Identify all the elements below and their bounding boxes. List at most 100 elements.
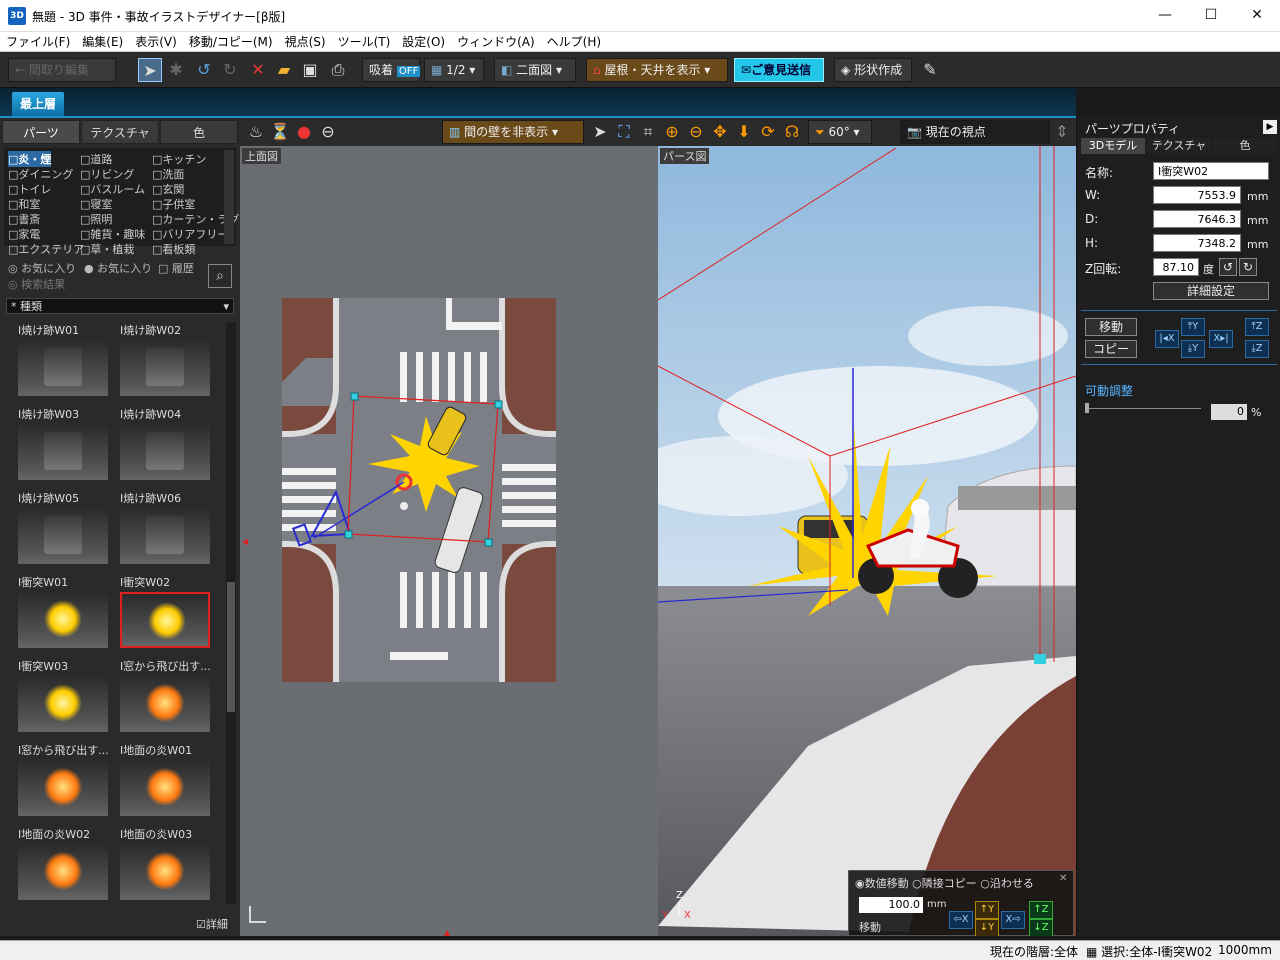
part-item-thumbnail[interactable]	[18, 508, 108, 564]
z-rotation-field[interactable]: 87.10	[1153, 258, 1199, 276]
close-button[interactable]: ✕	[1234, 0, 1280, 32]
orbit-icon[interactable]: ☊	[780, 120, 804, 144]
prop-plus-y-button[interactable]: ⤒Y	[1181, 318, 1205, 336]
roof-toggle[interactable]: ⌂ 屋根・天井を表示 ▾	[586, 58, 728, 82]
category-item[interactable]: □和室	[8, 196, 40, 212]
kind-select[interactable]: * 種類 ▾	[6, 298, 234, 314]
viewpoint-select[interactable]: 📷 現在の視点	[900, 120, 1050, 144]
category-item[interactable]: □玄関	[152, 181, 184, 197]
tab-texture[interactable]: テクスチャ	[81, 120, 159, 144]
width-field[interactable]: 7553.9	[1153, 186, 1241, 204]
light-icon[interactable]: ♨	[244, 120, 268, 144]
snap-toggle[interactable]: 吸着 OFF	[362, 58, 421, 82]
part-item-thumbnail[interactable]	[120, 676, 210, 732]
tab-color[interactable]: 色	[160, 120, 238, 144]
menu-view[interactable]: 表示(V)	[129, 32, 183, 52]
perspective-view[interactable]: Y XZ パース図 ◉数値移動 ○隣接コピー ○沿わせる ✕ 100.0 mm 移…	[658, 146, 1076, 936]
prop-minus-z-button[interactable]: ⤓Z	[1245, 340, 1269, 358]
print-icon[interactable]: ⎙	[326, 58, 350, 82]
menu-viewpoint[interactable]: 視点(S)	[279, 32, 332, 52]
topview-canvas[interactable]	[240, 146, 658, 936]
category-item[interactable]: □家電	[8, 226, 40, 242]
move-plus-x-button[interactable]: X⇨	[1001, 911, 1025, 929]
lock-icon[interactable]: ⊖	[316, 120, 340, 144]
fit-icon[interactable]: ⛶	[612, 120, 636, 144]
category-item[interactable]: □書斎	[8, 211, 40, 227]
part-item-thumbnail[interactable]	[18, 676, 108, 732]
move-down-icon[interactable]: ⬇	[732, 120, 756, 144]
radio-align[interactable]: ○沿わせる	[980, 877, 1034, 890]
category-item[interactable]: □リビング	[80, 166, 134, 182]
part-item-thumbnail[interactable]	[120, 340, 210, 396]
move-plus-y-button[interactable]: ↑Y	[975, 901, 999, 919]
move-minus-y-button[interactable]: ↓Y	[975, 919, 999, 936]
tab-3dmodel[interactable]: 3Dモデル	[1081, 138, 1145, 154]
prop-minus-x-button[interactable]: |◂X	[1155, 330, 1179, 348]
history[interactable]: □ 履歴	[158, 260, 194, 276]
grid-select[interactable]: ▦ 1/2 ▾	[424, 58, 484, 82]
category-item[interactable]: □洗面	[152, 166, 184, 182]
detail-settings-button[interactable]: 詳細設定	[1153, 282, 1269, 300]
category-item[interactable]: □草・植栽	[80, 241, 134, 257]
category-item[interactable]: □道路	[80, 151, 112, 167]
radio-adjacent-copy[interactable]: ○隣接コピー	[912, 877, 977, 890]
category-item[interactable]: □雑貨・趣味	[80, 226, 145, 242]
tab-color-prop[interactable]: 色	[1213, 138, 1277, 154]
prop-plus-x-button[interactable]: X▸|	[1209, 330, 1233, 348]
floor-tab[interactable]: 最上層	[12, 92, 64, 116]
zoom-in-icon[interactable]: ⊕	[660, 120, 684, 144]
category-item[interactable]: □看板類	[152, 241, 195, 257]
tab-parts[interactable]: パーツ	[2, 120, 80, 144]
category-item[interactable]: □エクステリア	[8, 241, 84, 257]
save-icon[interactable]: ▣	[298, 58, 322, 82]
select-arrow-icon[interactable]: ➤	[138, 58, 162, 82]
zoom-out-icon[interactable]: ⊖	[684, 120, 708, 144]
feedback-button[interactable]: ✉ご意見送信	[734, 58, 824, 82]
name-field[interactable]: I衝突W02	[1153, 162, 1269, 180]
rotate-left-icon[interactable]: ↺	[1219, 258, 1237, 276]
copy-button[interactable]: コピー	[1085, 340, 1137, 358]
height-field[interactable]: 7348.2	[1153, 234, 1241, 252]
part-item-thumbnail[interactable]	[18, 340, 108, 396]
pointer-icon[interactable]: ➤	[588, 120, 612, 144]
undo-icon[interactable]: ↺	[192, 58, 216, 82]
layout-select[interactable]: ◧ 二面図 ▾	[494, 58, 576, 82]
measure-icon[interactable]: ✎	[918, 58, 942, 82]
perspective-canvas[interactable]: Y XZ	[658, 146, 1076, 936]
menu-window[interactable]: ウィンドウ(A)	[451, 32, 541, 52]
detail-checkbox[interactable]: ☑詳細	[196, 916, 228, 932]
maximize-button[interactable]: ☐	[1188, 0, 1234, 32]
panel-close-icon[interactable]: ✕	[1059, 873, 1067, 884]
collapse-icon[interactable]: ▶	[1263, 120, 1277, 134]
category-item[interactable]: □寝室	[80, 196, 112, 212]
part-item-thumbnail[interactable]	[18, 424, 108, 480]
pan-icon[interactable]: ✥	[708, 120, 732, 144]
movable-value[interactable]: 0	[1211, 404, 1247, 420]
menu-edit[interactable]: 編集(E)	[76, 32, 129, 52]
wall-toggle[interactable]: ▥ 間の壁を非表示 ▾	[442, 120, 584, 144]
menu-file[interactable]: ファイル(F)	[0, 32, 76, 52]
interval-edit-button[interactable]: ← 間取り編集	[8, 58, 116, 82]
category-item[interactable]: □子供室	[152, 196, 195, 212]
part-item-thumbnail[interactable]	[120, 424, 210, 480]
favorite-1[interactable]: ◎ お気に入り	[8, 260, 76, 276]
top-view[interactable]: ♨ ⏳ ● ⊖ 上面図	[240, 118, 658, 936]
move-minus-x-button[interactable]: ⇦X	[949, 911, 973, 929]
category-item[interactable]: □トイレ	[8, 181, 51, 197]
movable-slider[interactable]	[1085, 403, 1201, 418]
walk-icon[interactable]: ✱	[164, 58, 188, 82]
record-icon[interactable]: ●	[292, 120, 316, 144]
part-item-thumbnail[interactable]	[120, 592, 210, 648]
search-icon[interactable]: ⌕	[208, 264, 232, 288]
category-item[interactable]: □キッチン	[152, 151, 206, 167]
part-item-thumbnail[interactable]	[120, 508, 210, 564]
move-distance-input[interactable]: 100.0	[859, 897, 923, 913]
minimize-button[interactable]: —	[1142, 0, 1188, 32]
menu-move-copy[interactable]: 移動/コピー(M)	[183, 32, 279, 52]
part-item-thumbnail[interactable]	[18, 760, 108, 816]
rotate-right-icon[interactable]: ↻	[1239, 258, 1257, 276]
search-result[interactable]: ◎ 検索結果	[8, 276, 65, 292]
light-up-icon[interactable]: ⏳	[268, 120, 292, 144]
depth-field[interactable]: 7646.3	[1153, 210, 1241, 228]
prop-minus-y-button[interactable]: ⤓Y	[1181, 340, 1205, 358]
